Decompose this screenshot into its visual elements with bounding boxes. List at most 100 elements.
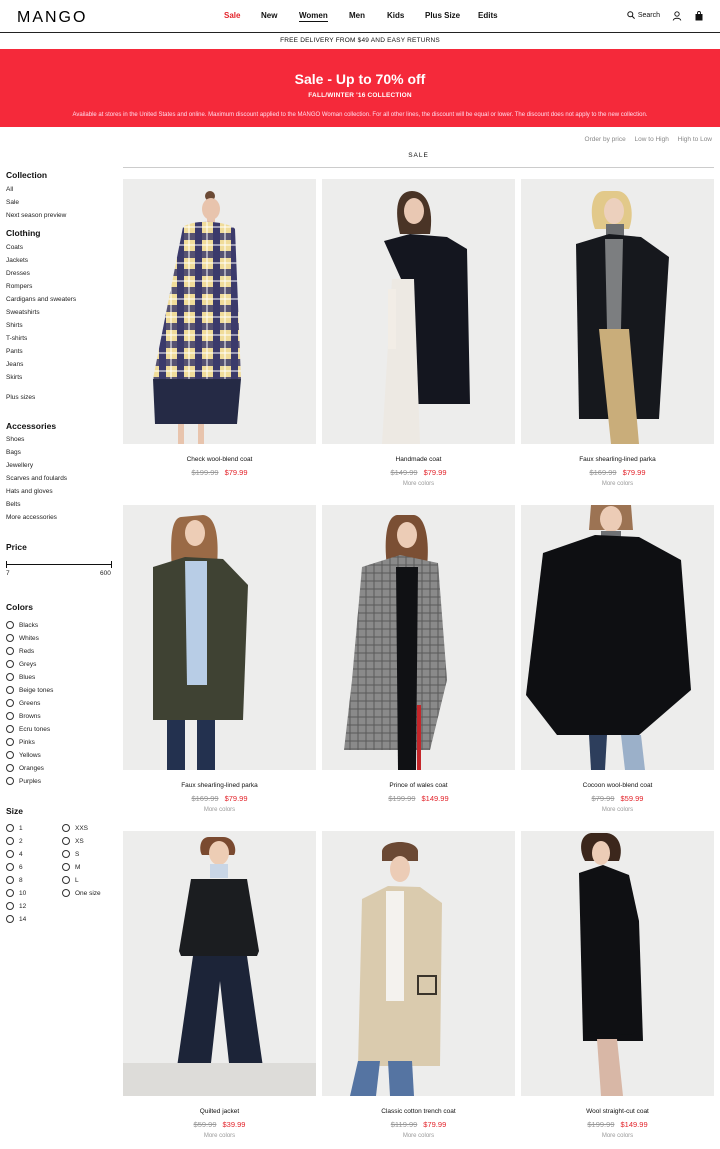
more-colors-link[interactable]: More colors (322, 1133, 515, 1139)
product-prices: $79.99 $59.99 (521, 794, 714, 803)
product-name[interactable]: Check wool-blend coat (123, 456, 316, 463)
size-option[interactable]: M (62, 862, 80, 872)
clothing-shirts[interactable]: Shirts (6, 322, 23, 329)
color-option[interactable]: Whites (6, 633, 39, 643)
color-option[interactable]: Pinks (6, 737, 35, 747)
product-name[interactable]: Faux shearling-lined parka (521, 456, 714, 463)
sort-low-to-high[interactable]: Low to High (635, 136, 669, 143)
color-option[interactable]: Greys (6, 659, 36, 669)
size-option[interactable]: 8 (6, 875, 23, 885)
shopping-bag-icon[interactable] (694, 11, 704, 21)
clothing-coats[interactable]: Coats (6, 244, 23, 251)
clothing-rompers[interactable]: Rompers (6, 283, 32, 290)
nav-women[interactable]: Women (299, 11, 328, 22)
color-option[interactable]: Beige tones (6, 685, 53, 695)
sale-price: $79.99 (423, 1120, 447, 1129)
product-name[interactable]: Faux shearling-lined parka (123, 782, 316, 789)
product-image[interactable] (521, 505, 714, 770)
user-icon[interactable] (672, 11, 682, 21)
size-option[interactable]: L (62, 875, 79, 885)
nav-plus-size[interactable]: Plus Size (425, 11, 460, 20)
size-option[interactable]: XXS (62, 823, 88, 833)
size-option[interactable]: S (62, 849, 79, 859)
product-name[interactable]: Prince of wales coat (322, 782, 515, 789)
product-name[interactable]: Classic cotton trench coat (322, 1108, 515, 1115)
more-colors-link[interactable]: More colors (123, 1133, 316, 1139)
nav-kids[interactable]: Kids (387, 11, 404, 20)
size-label: 12 (19, 902, 27, 910)
nav-edits[interactable]: Edits (478, 11, 498, 20)
color-label: Beige tones (19, 686, 54, 694)
product-image[interactable] (322, 179, 515, 444)
collection-next-season[interactable]: Next season preview (6, 212, 66, 219)
product-name[interactable]: Quilted jacket (123, 1108, 316, 1115)
nav-men[interactable]: Men (349, 11, 365, 20)
product-image[interactable] (322, 831, 515, 1096)
radio-icon (6, 647, 14, 655)
nav-new[interactable]: New (261, 11, 277, 20)
clothing-dresses[interactable]: Dresses (6, 270, 30, 277)
more-colors-link[interactable]: More colors (322, 481, 515, 487)
clothing-skirts[interactable]: Skirts (6, 374, 22, 381)
accessories-jewellery[interactable]: Jewellery (6, 462, 33, 469)
accessories-scarves[interactable]: Scarves and foulards (6, 475, 67, 482)
more-colors-link[interactable]: More colors (521, 1133, 714, 1139)
price-slider-track[interactable] (6, 564, 112, 565)
size-option[interactable]: 10 (6, 888, 26, 898)
product-name[interactable]: Cocoon wool-blend coat (521, 782, 714, 789)
product-image[interactable] (322, 505, 515, 770)
size-option[interactable]: XS (62, 836, 84, 846)
size-option[interactable]: 12 (6, 901, 26, 911)
more-colors-link[interactable]: More colors (521, 807, 714, 813)
product-image[interactable] (123, 505, 316, 770)
accessories-belts[interactable]: Belts (6, 501, 20, 508)
size-option[interactable]: 6 (6, 862, 23, 872)
site-header: MANGO Sale New Women Men Kids Plus Size … (0, 0, 720, 33)
sale-price: $79.99 (224, 468, 248, 477)
color-option[interactable]: Ecru tones (6, 724, 50, 734)
color-option[interactable]: Greens (6, 698, 40, 708)
product-image[interactable] (521, 831, 714, 1096)
radio-icon (6, 660, 14, 668)
color-option[interactable]: Browns (6, 711, 41, 721)
more-colors-link[interactable]: More colors (123, 807, 316, 813)
clothing-jeans[interactable]: Jeans (6, 361, 23, 368)
size-option[interactable]: One size (62, 888, 101, 898)
sort-high-to-low[interactable]: High to Low (678, 136, 712, 143)
size-option[interactable]: 2 (6, 836, 23, 846)
color-option[interactable]: Reds (6, 646, 34, 656)
clothing-pants[interactable]: Pants (6, 348, 23, 355)
color-option[interactable]: Purples (6, 776, 41, 786)
color-option[interactable]: Yellows (6, 750, 41, 760)
accessories-bags[interactable]: Bags (6, 449, 21, 456)
nav-sale[interactable]: Sale (224, 11, 240, 20)
clothing-sweatshirts[interactable]: Sweatshirts (6, 309, 40, 316)
size-option[interactable]: 1 (6, 823, 23, 833)
sale-banner[interactable]: Sale - Up to 70% off FALL/WINTER '16 COL… (0, 49, 720, 127)
original-price: $199.99 (191, 468, 219, 477)
clothing-tshirts[interactable]: T-shirts (6, 335, 27, 342)
mango-logo[interactable]: MANGO (17, 9, 87, 27)
clothing-jackets[interactable]: Jackets (6, 257, 28, 264)
search-button[interactable]: Search (627, 11, 660, 19)
product-image[interactable] (123, 179, 316, 444)
color-option[interactable]: Blacks (6, 620, 38, 630)
plus-sizes-link[interactable]: Plus sizes (6, 394, 35, 401)
price-slider-max-handle[interactable] (111, 561, 112, 568)
clothing-cardigans[interactable]: Cardigans and sweaters (6, 296, 76, 303)
price-slider-min-handle[interactable] (6, 561, 7, 568)
accessories-shoes[interactable]: Shoes (6, 436, 24, 443)
product-image[interactable] (521, 179, 714, 444)
collection-all[interactable]: All (6, 186, 13, 193)
color-option[interactable]: Blues (6, 672, 35, 682)
more-colors-link[interactable]: More colors (521, 481, 714, 487)
product-name[interactable]: Wool straight-cut coat (521, 1108, 714, 1115)
accessories-hats[interactable]: Hats and gloves (6, 488, 53, 495)
product-image[interactable] (123, 831, 316, 1096)
size-option[interactable]: 14 (6, 914, 26, 924)
product-name[interactable]: Handmade coat (322, 456, 515, 463)
accessories-more[interactable]: More accessories (6, 514, 57, 521)
size-option[interactable]: 4 (6, 849, 23, 859)
collection-sale[interactable]: Sale (6, 199, 19, 206)
color-option[interactable]: Oranges (6, 763, 44, 773)
